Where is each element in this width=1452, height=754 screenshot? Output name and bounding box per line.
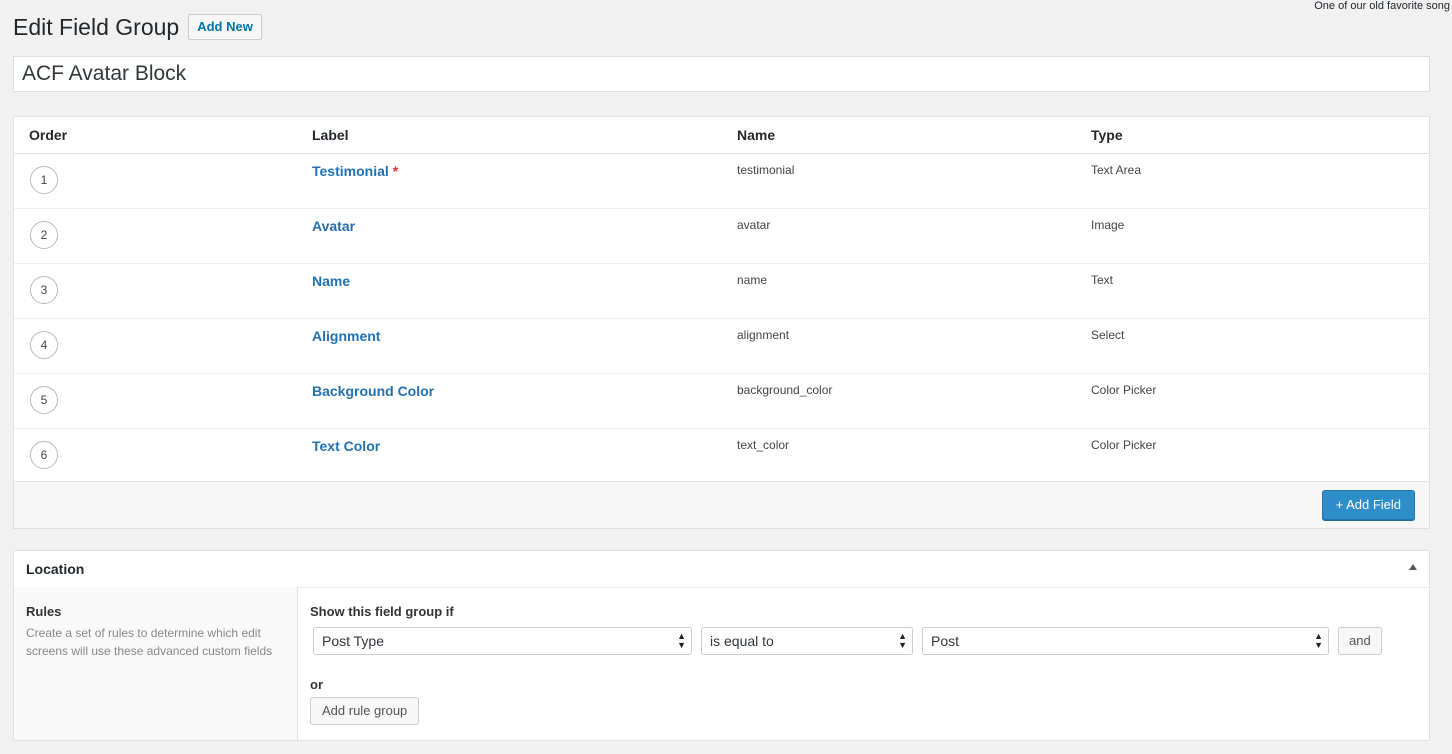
field-label-link[interactable]: Background Color (312, 383, 434, 399)
page-title: Edit Field Group (13, 14, 180, 40)
field-type: Color Picker (1091, 383, 1157, 397)
rules-description: Create a set of rules to determine which… (26, 626, 273, 658)
field-name: text_color (737, 438, 790, 452)
field-row[interactable]: 2 Avatar avatar Image (14, 209, 1429, 264)
field-name: alignment (737, 328, 790, 342)
order-handle[interactable]: 3 (30, 276, 58, 304)
column-header-type: Type (1091, 127, 1123, 143)
field-row[interactable]: 5 Background Color background_color Colo… (14, 374, 1429, 429)
select-arrows-icon: ▲ ▼ (677, 631, 686, 650)
column-header-label: Label (312, 127, 349, 143)
collapse-toggle-icon[interactable] (1409, 564, 1417, 570)
required-mark: * (392, 163, 399, 179)
order-handle[interactable]: 2 (30, 221, 58, 249)
page-header: Edit Field Group Add New (13, 12, 262, 42)
fields-table-footer: + Add Field (14, 481, 1429, 528)
location-panel-header[interactable]: Location (14, 551, 1429, 588)
field-type: Text Area (1091, 163, 1142, 177)
order-handle[interactable]: 4 (30, 331, 58, 359)
add-rule-group-button[interactable]: Add rule group (310, 697, 420, 725)
and-button[interactable]: and (1338, 627, 1382, 655)
rules-sidebar: Rules Create a set of rules to determine… (14, 587, 298, 740)
field-label-link[interactable]: Avatar (312, 218, 355, 234)
top-note: One of our old favorite song (1314, 0, 1450, 12)
order-handle[interactable]: 5 (30, 386, 58, 414)
field-label-link[interactable]: Name (312, 273, 350, 289)
rule-param-value: Post Type (322, 633, 385, 649)
rules-editor: Show this field group if Post Type ▲ ▼ is… (310, 587, 1429, 740)
field-type: Text (1091, 273, 1114, 287)
field-row[interactable]: 4 Alignment alignment Select (14, 319, 1429, 374)
location-title: Location (26, 561, 85, 577)
rule-param-select[interactable]: Post Type ▲ ▼ (313, 627, 692, 655)
rule-operator-select[interactable]: is equal to ▲ ▼ (701, 627, 913, 655)
field-label-link[interactable]: Text Color (312, 438, 380, 454)
rules-label: Rules (26, 604, 62, 619)
add-new-button[interactable]: Add New (188, 14, 262, 40)
select-arrows-icon: ▲ ▼ (1314, 631, 1323, 650)
field-row[interactable]: 1 Testimonial * testimonial Text Area (14, 154, 1429, 209)
add-field-button[interactable]: + Add Field (1321, 490, 1415, 520)
rule-value-value: Post (931, 633, 960, 649)
field-label-link[interactable]: Testimonial * (312, 163, 398, 179)
field-label-text: Testimonial (312, 163, 389, 179)
field-type: Select (1091, 328, 1125, 342)
field-label-link[interactable]: Alignment (312, 328, 380, 344)
order-handle[interactable]: 6 (30, 441, 58, 469)
rule-value-select[interactable]: Post ▲ ▼ (922, 627, 1329, 655)
fields-table-header: Order Label Name Type (14, 117, 1429, 154)
field-group-title-input[interactable] (13, 56, 1430, 92)
field-name: avatar (737, 218, 771, 232)
field-name: name (737, 273, 768, 287)
fields-table: Order Label Name Type 1 Testimonial * tes… (13, 116, 1430, 529)
or-label: or (310, 677, 323, 692)
location-panel: Location Rules Create a set of rules to … (13, 550, 1430, 741)
column-header-name: Name (737, 127, 776, 143)
field-name: background_color (737, 383, 833, 397)
show-if-label: Show this field group if (310, 604, 454, 619)
field-name: testimonial (737, 163, 795, 177)
select-arrows-icon: ▲ ▼ (898, 631, 907, 650)
column-header-order: Order (29, 127, 68, 143)
field-type: Color Picker (1091, 438, 1157, 452)
field-row[interactable]: 3 Name name Text (14, 264, 1429, 319)
rule-operator-value: is equal to (710, 633, 774, 649)
field-row[interactable]: 6 Text Color text_color Color Picker (14, 429, 1429, 484)
field-type: Image (1091, 218, 1125, 232)
order-handle[interactable]: 1 (30, 166, 58, 194)
